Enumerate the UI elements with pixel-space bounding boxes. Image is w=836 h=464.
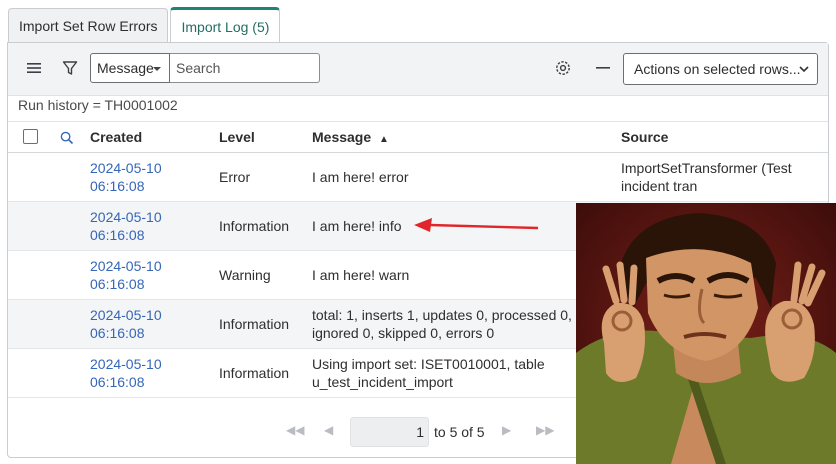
gear-icon[interactable] xyxy=(548,53,578,83)
first-page-icon[interactable]: ◀◀ xyxy=(286,423,304,437)
message-cell: I am here! info xyxy=(312,217,402,235)
column-header-message-label: Message xyxy=(312,129,372,145)
column-header-created[interactable]: Created xyxy=(90,129,142,145)
created-link[interactable]: 2024-05-10 06:16:08 xyxy=(90,355,162,391)
message-line: total: 1, inserts 1, updates 0, processe… xyxy=(312,307,572,323)
created-time: 06:16:08 xyxy=(90,227,145,243)
tab-import-log[interactable]: Import Log (5) xyxy=(170,7,281,43)
message-cell: total: 1, inserts 1, updates 0, processe… xyxy=(312,306,572,342)
created-time: 06:16:08 xyxy=(90,374,145,390)
search-input[interactable] xyxy=(170,53,320,83)
source-line: incident tran xyxy=(621,178,698,194)
level-cell: Information xyxy=(219,365,290,381)
created-time: 06:16:08 xyxy=(90,325,145,341)
meme-image xyxy=(576,203,836,464)
next-page-icon[interactable]: ▶ xyxy=(502,423,511,437)
level-cell: Error xyxy=(219,169,251,185)
message-cell: I am here! warn xyxy=(312,266,409,284)
search-field-select-value: Message xyxy=(97,60,154,76)
chevron-down-icon xyxy=(799,66,809,73)
table-row: 2024-05-10 06:16:08 Error I am here! erro… xyxy=(8,153,828,202)
message-line: I am here! info xyxy=(312,218,402,234)
last-page-icon[interactable]: ▶▶ xyxy=(536,423,554,437)
column-header-level[interactable]: Level xyxy=(219,129,255,145)
sort-ascending-icon: ▲ xyxy=(379,134,389,145)
minus-icon[interactable] xyxy=(588,53,618,83)
red-annotation-arrow xyxy=(414,218,539,232)
column-header-source[interactable]: Source xyxy=(621,129,668,145)
message-line: I am here! warn xyxy=(312,267,410,283)
created-link[interactable]: 2024-05-10 06:16:08 xyxy=(90,159,162,195)
source-line: ImportSetTransformer (Test xyxy=(621,160,792,176)
search-field-select[interactable]: Message xyxy=(90,53,170,83)
level-cell: Information xyxy=(219,218,290,234)
hamburger-menu-icon[interactable] xyxy=(19,53,49,83)
actions-select-value: Actions on selected rows... xyxy=(634,61,801,77)
created-link[interactable]: 2024-05-10 06:16:08 xyxy=(90,306,162,342)
column-header-message[interactable]: Message ▲ xyxy=(312,129,389,145)
source-cell: ImportSetTransformer (Test incident tran xyxy=(621,159,792,195)
created-link[interactable]: 2024-05-10 06:16:08 xyxy=(90,208,162,244)
previous-page-icon[interactable]: ◀ xyxy=(324,423,333,437)
tab-bar: Import Set Row Errors Import Log (5) xyxy=(8,6,282,43)
page-range-text: to 5 of 5 xyxy=(434,424,485,440)
funnel-filter-icon[interactable] xyxy=(55,53,85,83)
level-cell: Warning xyxy=(219,267,271,283)
message-line: ignored 0, skipped 0, errors 0 xyxy=(312,325,495,341)
message-line: u_test_incident_import xyxy=(312,374,453,390)
created-date: 2024-05-10 xyxy=(90,209,162,225)
created-date: 2024-05-10 xyxy=(90,307,162,323)
chevron-down-icon xyxy=(153,67,161,71)
created-time: 06:16:08 xyxy=(90,276,145,292)
breadcrumb[interactable]: Run history = TH0001002 xyxy=(18,97,178,113)
list-toolbar: Message Actions on selected rows... xyxy=(8,43,828,96)
level-cell: Information xyxy=(219,316,290,332)
created-link[interactable]: 2024-05-10 06:16:08 xyxy=(90,257,162,293)
column-search-icon[interactable] xyxy=(52,123,82,153)
message-cell: I am here! error xyxy=(312,168,408,186)
created-date: 2024-05-10 xyxy=(90,258,162,274)
tab-import-set-row-errors[interactable]: Import Set Row Errors xyxy=(8,8,169,42)
page-number-input[interactable]: 1 xyxy=(350,417,429,447)
created-date: 2024-05-10 xyxy=(90,356,162,372)
created-time: 06:16:08 xyxy=(90,178,145,194)
actions-on-selected-rows-select[interactable]: Actions on selected rows... xyxy=(623,53,818,85)
message-line: Using import set: ISET0010001, table xyxy=(312,356,545,372)
message-line: I am here! error xyxy=(312,169,409,185)
select-all-checkbox[interactable] xyxy=(23,129,38,144)
created-date: 2024-05-10 xyxy=(90,160,162,176)
table-header: Created Level Message ▲ Source xyxy=(8,121,828,153)
message-cell: Using import set: ISET0010001, table u_te… xyxy=(312,355,545,391)
